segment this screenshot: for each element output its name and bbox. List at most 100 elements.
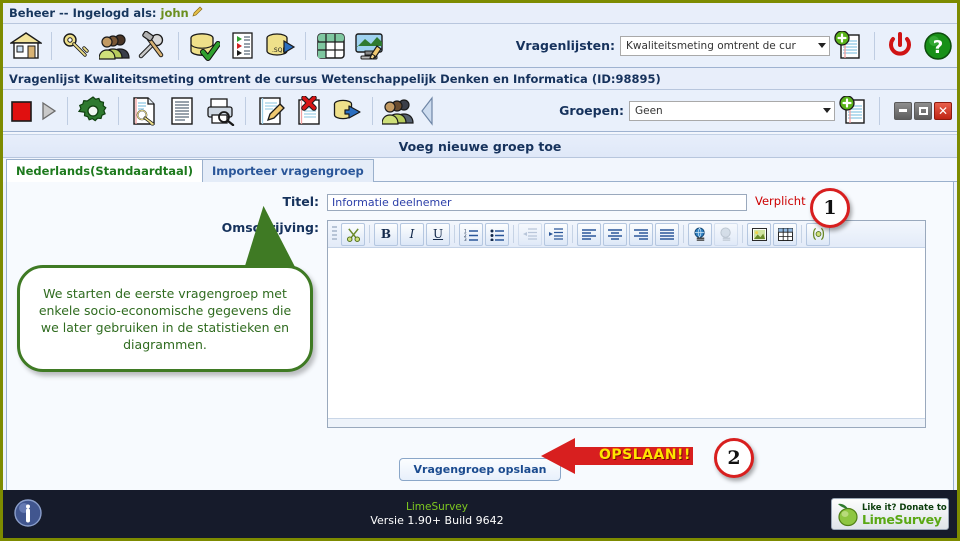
admin-bar-title: Beheer -- Ingelogd als: [9,6,157,20]
play-icon[interactable] [39,94,59,128]
italic-icon[interactable]: I [400,222,424,246]
editor-separator [454,225,455,243]
editor-separator [742,225,743,243]
print-preview-icon[interactable] [203,94,237,128]
database-sql-icon[interactable]: .SQL [263,29,297,63]
application-window: Beheer -- Ingelogd als: john .SQL Vragen… [0,0,960,541]
unlink-icon[interactable] [714,222,738,246]
toolbar-separator [305,31,306,60]
template-editor-icon[interactable] [352,29,386,63]
editor-status-bar [328,418,925,427]
main-toolbar: .SQL Vragenlijsten: Kwaliteitsmeting omt… [3,24,957,68]
pencil-icon[interactable] [192,6,203,20]
document-list-icon[interactable] [225,29,259,63]
align-left-icon[interactable] [577,222,601,246]
cut-icon[interactable] [341,222,365,246]
tab-bar: Nederlands(Standaardtaal) Importeer vrag… [3,158,957,182]
editor-separator [683,225,684,243]
step-marker-2: 2 [714,438,754,478]
footer-text: LimeSurvey Versie 1.90+ Build 9642 [43,500,831,528]
tab-importeer-label: Importeer vragengroep [211,164,364,178]
toolbar-separator [879,96,880,125]
info-icon[interactable] [13,498,43,531]
align-justify-icon[interactable] [655,222,679,246]
title-input[interactable] [327,194,747,211]
logged-in-user: john [160,6,189,20]
survey-select-label: Vragenlijsten: [515,38,615,53]
survey-toolbar: Groepen: Geen ✕ [3,90,957,132]
table-icon[interactable] [773,222,797,246]
svg-text:?: ? [933,37,943,58]
toolbar-grip[interactable] [332,226,337,242]
align-center-icon[interactable] [603,222,627,246]
survey-title-text: Vragenlijst Kwaliteitsmeting omtrent de … [9,71,661,86]
stop-icon[interactable] [9,94,35,128]
tab-filler [373,159,957,182]
toolbar-separator [51,31,52,60]
donate-badge[interactable]: Like it? Donate to LimeSurvey [831,498,949,530]
editor-separator [572,225,573,243]
tab-nederlands[interactable]: Nederlands(Standaardtaal) [6,159,203,182]
donate-bottom-text: LimeSurvey [862,512,942,527]
page-heading-wrap: Voeg nieuwe groep toe [3,132,957,158]
document-text-icon[interactable] [165,94,199,128]
minimize-button[interactable] [894,101,912,120]
footer-product: LimeSurvey [406,501,468,513]
tab-importeer-vragengroep[interactable]: Importeer vragengroep [202,159,374,182]
group-select-value: Geen [635,104,663,117]
link-icon[interactable] [688,222,712,246]
collapse-icon[interactable] [419,94,435,128]
align-right-icon[interactable] [629,222,653,246]
survey-select[interactable]: Kwaliteitsmeting omtrent de cur [620,35,830,56]
users-icon[interactable] [98,29,132,63]
toolbar-separator [372,96,373,125]
underline-icon[interactable]: U [426,222,450,246]
numbered-list-icon[interactable]: 1 2 3 [459,222,483,246]
toolbar-separator [245,96,246,125]
indent-icon[interactable] [544,222,568,246]
step-marker-1: 1 [810,188,850,228]
save-button[interactable]: Vragengroep opslaan [398,458,562,481]
description-textarea[interactable] [328,248,925,418]
database-export-icon[interactable] [330,94,364,128]
footer-version: Versie 1.90+ Build 9642 [370,514,504,527]
toolbar-separator [874,31,875,60]
group-select[interactable]: Geen [629,100,835,121]
editor-separator [801,225,802,243]
image-icon[interactable] [747,222,771,246]
help-icon[interactable]: ? [921,29,955,63]
power-icon[interactable] [883,29,917,63]
window-controls: ✕ [894,101,952,120]
grid-icon[interactable] [314,29,348,63]
tools-icon[interactable] [136,29,170,63]
document-key-icon[interactable] [127,94,161,128]
admin-bar: Beheer -- Ingelogd als: john [3,3,957,24]
footer: LimeSurvey Versie 1.90+ Build 9642 Like … [3,490,957,538]
gear-icon[interactable] [76,94,110,128]
chevron-down-icon [818,43,826,48]
database-check-icon[interactable] [187,29,221,63]
bold-icon[interactable]: B [374,222,398,246]
callout-text: We starten de eerste vragengroep met enk… [38,285,292,352]
close-button[interactable]: ✕ [934,101,952,120]
key-icon[interactable] [60,29,94,63]
maximize-button[interactable] [914,101,932,120]
bullet-list-icon[interactable] [485,222,509,246]
editor-separator [513,225,514,243]
survey-title-bar: Vragenlijst Kwaliteitsmeting omtrent de … [3,68,957,90]
participants-icon[interactable] [381,94,415,128]
outdent-icon[interactable] [518,222,542,246]
editor-separator [369,225,370,243]
required-note: Verplicht [755,194,806,208]
close-icon: ✕ [937,103,949,118]
add-group-icon[interactable] [837,94,871,128]
home-icon[interactable] [9,29,43,63]
document-delete-icon[interactable] [292,94,326,128]
toolbar-separator [178,31,179,60]
document-edit-icon[interactable] [254,94,288,128]
callout-tail [244,204,308,274]
callout-bubble: We starten de eerste vragengroep met enk… [17,265,313,372]
survey-select-value: Kwaliteitsmeting omtrent de cur [626,39,796,52]
add-survey-icon[interactable] [832,29,866,63]
chevron-down-icon [823,108,831,113]
